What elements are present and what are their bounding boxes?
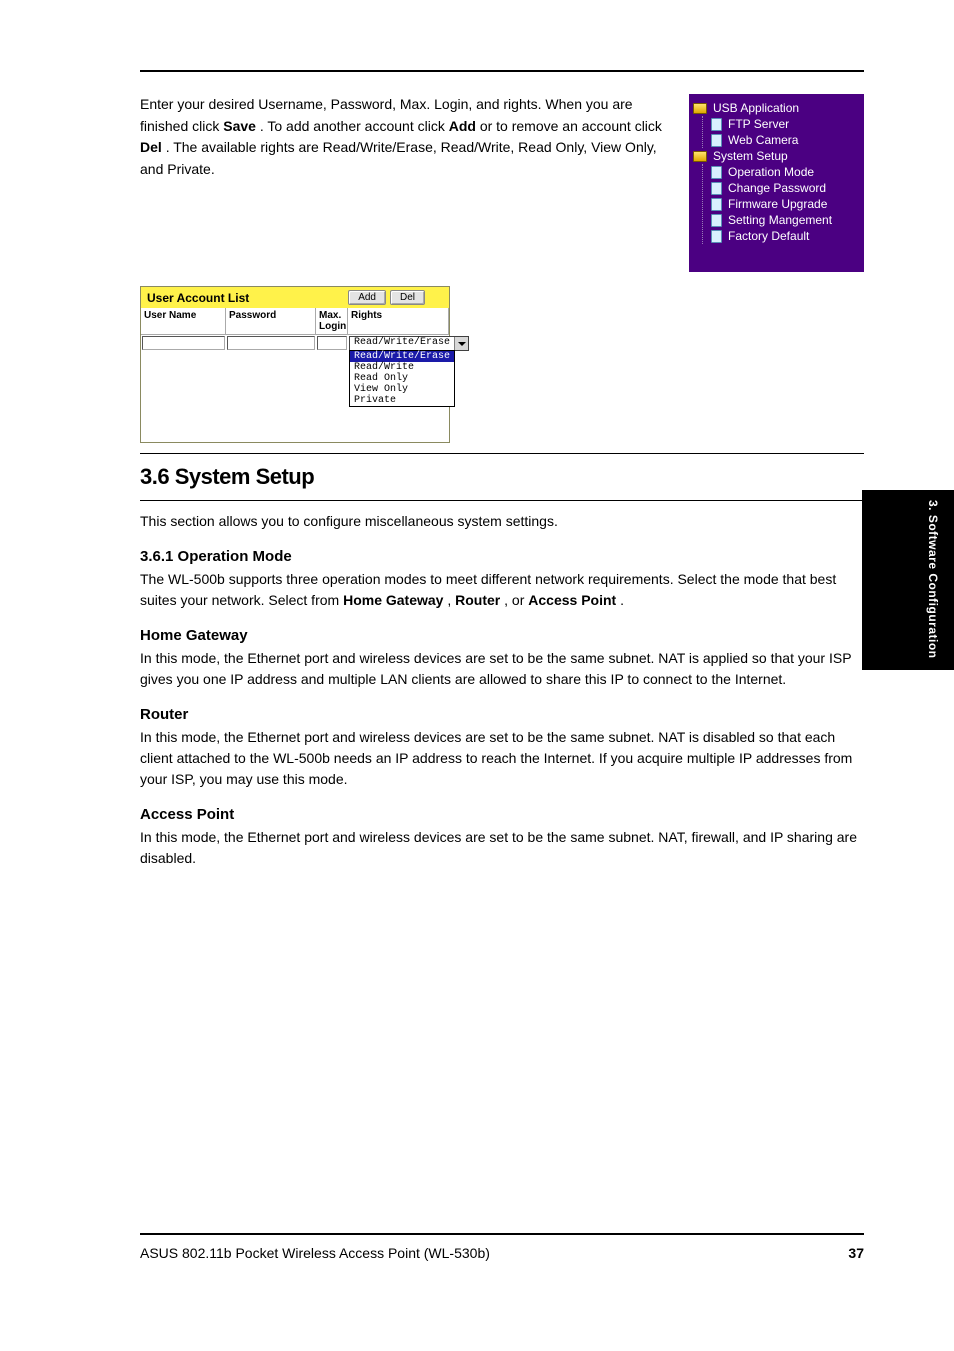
nav-op-label: Operation Mode — [728, 165, 814, 179]
nav-pw-label: Change Password — [728, 181, 826, 195]
rule-below-heading — [140, 500, 864, 501]
doc-icon — [711, 166, 722, 179]
password-input[interactable] — [227, 336, 315, 350]
rights-option[interactable]: Read/Write — [350, 362, 454, 373]
nav-usb-label: USB Application — [713, 101, 799, 115]
rule-above-heading — [140, 453, 864, 454]
account-columns: User Name Password Max. Login Rights — [141, 308, 449, 335]
intro-paragraph: Enter your desired Username, Password, M… — [140, 94, 669, 272]
access-point-title: Access Point — [140, 806, 864, 823]
user-account-list-panel: User Account List Add Del User Name Pass… — [140, 286, 450, 443]
nav-ftp-label: FTP Server — [728, 117, 789, 131]
opmode-text-d: . — [620, 592, 624, 608]
doc-icon — [711, 214, 722, 227]
opmode-hg: Home Gateway — [343, 592, 443, 608]
chevron-down-icon[interactable] — [454, 337, 468, 350]
del-label: Del — [140, 139, 162, 155]
rights-option[interactable]: Read/Write/Erase — [350, 351, 454, 362]
nav-factory-default[interactable]: Factory Default — [711, 228, 860, 244]
doc-icon — [711, 134, 722, 147]
user-account-list-title: User Account List — [147, 291, 249, 305]
operation-mode-text: The WL-500b supports three operation mod… — [140, 569, 864, 611]
rights-selected: Read/Write/Erase — [350, 337, 454, 350]
folder-icon — [693, 103, 707, 114]
nav-usb-application[interactable]: USB Application — [693, 100, 860, 116]
subsection-heading: 3.6.1 Operation Mode — [140, 548, 864, 565]
nav-operation-mode[interactable]: Operation Mode — [711, 164, 860, 180]
opmode-ap: Access Point — [528, 592, 616, 608]
footer-product: ASUS 802.11b Pocket Wireless Access Poin… — [140, 1245, 490, 1261]
nav-sys-label: System Setup — [713, 149, 788, 163]
col-username: User Name — [141, 308, 226, 335]
opmode-text-b: , — [447, 592, 455, 608]
opmode-rt: Router — [455, 592, 500, 608]
intro-text-2: . To add another account click — [260, 118, 449, 134]
rights-option[interactable]: Private — [350, 395, 454, 406]
opmode-text-c: , or — [504, 592, 528, 608]
maxlogin-input[interactable] — [317, 336, 347, 350]
add-label: Add — [449, 118, 476, 134]
doc-icon — [711, 230, 722, 243]
header-accent — [429, 290, 443, 305]
account-input-row: Read/Write/Erase Read/Write/Erase Read/W… — [141, 335, 449, 352]
access-point-text: In this mode, the Ethernet port and wire… — [140, 827, 864, 869]
nav-setting-management[interactable]: Setting Mangement — [711, 212, 860, 228]
chapter-tab-label: 3. Software Configuration — [926, 500, 940, 670]
rights-options-list: Read/Write/Erase Read/Write Read Only Vi… — [349, 350, 455, 407]
home-gateway-title: Home Gateway — [140, 627, 864, 644]
nav-fd-label: Factory Default — [728, 229, 809, 243]
add-button[interactable]: Add — [348, 290, 386, 305]
footer-rule — [140, 1233, 864, 1235]
nav-sm-label: Setting Mangement — [728, 213, 832, 227]
doc-icon — [711, 198, 722, 211]
col-rights: Rights — [348, 308, 449, 335]
nav-tree: USB Application FTP Server Web Camera Sy… — [689, 94, 864, 272]
home-gateway-text: In this mode, the Ethernet port and wire… — [140, 648, 864, 690]
chapter-tab: 3. Software Configuration — [862, 490, 954, 670]
top-rule — [140, 70, 864, 72]
section-heading: 3.6 System Setup — [140, 464, 864, 490]
save-label: Save — [223, 118, 256, 134]
nav-change-password[interactable]: Change Password — [711, 180, 860, 196]
router-text: In this mode, the Ethernet port and wire… — [140, 727, 864, 790]
folder-icon — [693, 151, 707, 162]
nav-fw-label: Firmware Upgrade — [728, 197, 827, 211]
page-number: 37 — [848, 1245, 864, 1261]
rights-option[interactable]: Read Only — [350, 373, 454, 384]
del-button[interactable]: Del — [390, 290, 425, 305]
nav-cam-label: Web Camera — [728, 133, 798, 147]
col-maxlogin: Max. Login — [316, 308, 348, 335]
doc-icon — [711, 182, 722, 195]
col-password: Password — [226, 308, 316, 335]
section-intro: This section allows you to configure mis… — [140, 511, 864, 532]
intro-text-3: or to remove an account click — [480, 118, 662, 134]
rights-dropdown[interactable]: Read/Write/Erase — [349, 336, 469, 351]
nav-ftp-server[interactable]: FTP Server — [711, 116, 860, 132]
username-input[interactable] — [142, 336, 225, 350]
user-account-list-header: User Account List Add Del — [141, 287, 449, 308]
nav-system-setup[interactable]: System Setup — [693, 148, 860, 164]
nav-firmware-upgrade[interactable]: Firmware Upgrade — [711, 196, 860, 212]
rights-option[interactable]: View Only — [350, 384, 454, 395]
intro-text-4: . The available rights are Read/Write/Er… — [140, 139, 657, 177]
nav-web-camera[interactable]: Web Camera — [711, 132, 860, 148]
doc-icon — [711, 118, 722, 131]
page-footer: ASUS 802.11b Pocket Wireless Access Poin… — [140, 1233, 864, 1261]
router-title: Router — [140, 706, 864, 723]
